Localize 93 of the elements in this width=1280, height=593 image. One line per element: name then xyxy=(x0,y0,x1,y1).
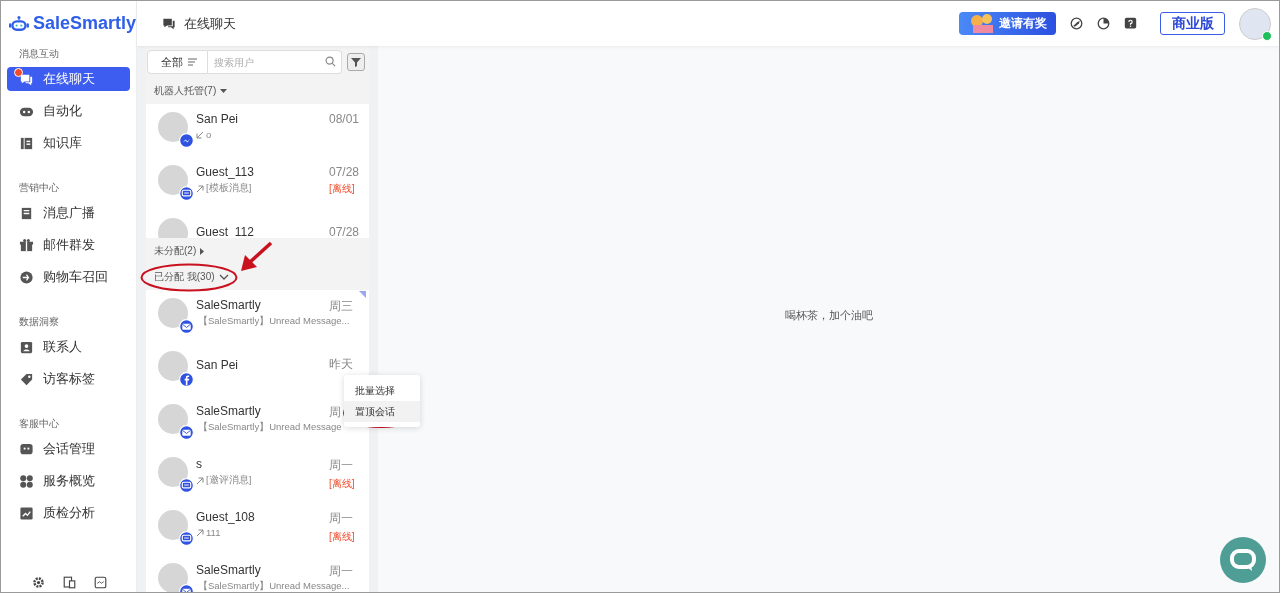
offline-status: [离线] xyxy=(329,477,355,491)
message-preview: 111 xyxy=(206,527,221,538)
message-time: 周一 xyxy=(329,457,353,474)
group-header[interactable]: 未分配(2) xyxy=(146,238,369,264)
plan-button[interactable]: 商业版 xyxy=(1160,12,1225,35)
contact-name: SaleSmartly xyxy=(196,404,262,418)
message-preview: 【SaleSmartly】Unread Message xyxy=(198,421,342,434)
nav-label: 知识库 xyxy=(43,134,82,152)
nav-label: 自动化 xyxy=(43,102,82,120)
message-time: 昨天 xyxy=(329,356,353,373)
pie-chart-icon[interactable] xyxy=(1097,17,1110,30)
caret-icon xyxy=(220,88,228,94)
nav-label: 服务概览 xyxy=(43,472,95,490)
gift-icon xyxy=(19,237,34,253)
message-preview: 【SaleSmartly】Unread Message... xyxy=(198,315,350,328)
online-status-dot xyxy=(1262,30,1272,41)
nav-label: 购物车召回 xyxy=(43,268,108,286)
message-preview: 【SaleSmartly】Unread Message... xyxy=(198,580,350,592)
nav-item[interactable]: 自动化 xyxy=(7,99,130,123)
group-title: 机器人托管(7) xyxy=(154,84,217,98)
contact-name: Guest_112 xyxy=(196,224,255,238)
search-icon[interactable] xyxy=(325,56,336,67)
contact-name: SaleSmartly xyxy=(196,298,262,312)
nav-label: 质检分析 xyxy=(43,504,95,522)
message-time: 周一 xyxy=(329,563,353,580)
message-time: 周一 xyxy=(329,510,353,527)
chat-widget-icon[interactable] xyxy=(1219,536,1267,584)
document-icon xyxy=(19,205,34,221)
section-heading: 客服中心 xyxy=(18,417,60,431)
message-time: 08/01 xyxy=(329,112,360,126)
page-title: 在线聊天 xyxy=(184,14,236,33)
message-preview: o xyxy=(206,129,212,140)
filter-icon[interactable] xyxy=(347,53,365,71)
compass-icon[interactable] xyxy=(1070,17,1083,30)
nav-label: 消息广播 xyxy=(43,204,95,222)
caret-icon xyxy=(218,273,229,281)
section-heading: 营销中心 xyxy=(18,181,60,195)
empty-state-text: 喝杯茶，加个油吧 xyxy=(784,308,873,323)
contact-name: San Pei xyxy=(196,112,240,126)
nav-label: 访客标签 xyxy=(43,370,95,388)
devices-icon[interactable] xyxy=(63,576,76,589)
nav-item[interactable]: 消息广播 xyxy=(7,201,130,225)
card-icon[interactable] xyxy=(94,576,107,589)
help-icon[interactable] xyxy=(1124,17,1137,30)
search-field[interactable]: 搜索用户 xyxy=(208,50,342,74)
chat-box-icon xyxy=(19,441,34,457)
tag-icon xyxy=(19,371,34,387)
message-time: 07/28 xyxy=(329,224,360,238)
group-title: 已分配 我(30) xyxy=(154,270,215,284)
nav-label: 邮件群发 xyxy=(43,236,95,254)
filter-dropdown[interactable]: 全部 xyxy=(147,50,208,74)
nav-item[interactable]: 购物车召回 xyxy=(7,265,130,289)
nav-item[interactable]: 质检分析 xyxy=(7,501,130,525)
nav-item[interactable]: 在线聊天 xyxy=(7,67,130,91)
nav-label: 会话管理 xyxy=(43,440,95,458)
message-preview: [模板消息] xyxy=(206,182,252,195)
menu-item[interactable]: 置顶会话 xyxy=(344,401,420,422)
offline-status: [离线] xyxy=(329,182,355,196)
nav-item[interactable]: 知识库 xyxy=(7,131,130,155)
contact-name: Guest_113 xyxy=(196,165,255,179)
message-time: 07/28 xyxy=(329,165,360,179)
group-title: 未分配(2) xyxy=(154,244,197,258)
section-heading: 数据洞察 xyxy=(18,315,60,329)
settings-icon[interactable] xyxy=(32,576,45,589)
contact-name: s xyxy=(196,457,203,471)
nav-label: 在线聊天 xyxy=(43,70,95,88)
invite-banner[interactable]: 邀请有奖 xyxy=(959,12,1056,35)
message-preview: [邀评消息] xyxy=(206,474,252,487)
offline-status: [离线] xyxy=(329,530,355,544)
list-icon xyxy=(188,58,197,66)
nav-item[interactable]: 联系人 xyxy=(7,335,130,359)
section-heading: 消息互动 xyxy=(18,47,60,61)
nav-item[interactable]: 服务概览 xyxy=(7,469,130,493)
four-dots-icon xyxy=(19,473,34,489)
nav-item[interactable]: 会话管理 xyxy=(7,437,130,461)
nav-label: 联系人 xyxy=(43,338,82,356)
contact-name: San Pei xyxy=(196,357,240,372)
group-header[interactable]: 机器人托管(7) xyxy=(146,78,369,104)
group-header[interactable]: 已分配 我(30) xyxy=(146,264,369,290)
caret-icon xyxy=(200,247,206,255)
contact-name: Guest_108 xyxy=(196,510,256,524)
book-icon xyxy=(19,135,34,151)
nav-item[interactable]: 访客标签 xyxy=(7,367,130,391)
message-time: 周 xyxy=(329,404,341,421)
arrow-annotation xyxy=(239,241,273,273)
chat-bubbles-icon xyxy=(161,16,177,31)
line-chart-icon xyxy=(19,505,34,521)
menu-item[interactable]: 批量选择 xyxy=(344,380,420,401)
contact-name: SaleSmartly xyxy=(196,563,262,577)
contact-card-icon xyxy=(19,339,34,355)
message-time: 周三 xyxy=(329,298,353,315)
nav-item[interactable]: 邮件群发 xyxy=(7,233,130,257)
brand-logo: SaleSmartly xyxy=(32,13,136,34)
